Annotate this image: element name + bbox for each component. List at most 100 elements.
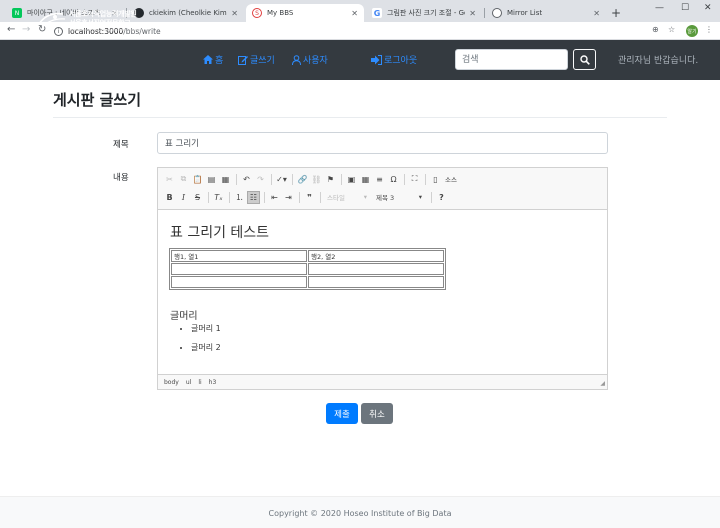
resize-handle-icon[interactable]: ◢	[600, 380, 605, 387]
anchor-icon[interactable]: ⚑	[324, 173, 337, 186]
help-icon[interactable]: ?	[435, 191, 448, 204]
table-cell[interactable]: 행2, 열2	[308, 250, 444, 262]
logout-icon	[371, 54, 382, 65]
back-icon[interactable]: ←	[7, 24, 15, 35]
close-icon[interactable]: ✕	[231, 9, 238, 18]
content-subheading: 글머리	[170, 311, 198, 322]
link-icon[interactable]: 🔗	[296, 173, 309, 186]
profile-avatar[interactable]: 알기	[686, 25, 698, 37]
page-title: 게시판 글쓰기	[53, 91, 142, 109]
close-icon[interactable]: ✕	[593, 9, 600, 18]
paste-word-icon[interactable]: ▦	[219, 173, 232, 186]
editor-toolbar-row-2: B I S Tₓ ⒈ ☷ ⇤ ⇥ ❞ 스타일 ▾ 제목 3 ▾ ?	[163, 190, 449, 204]
naver-icon: N	[12, 8, 22, 18]
editor-content-area[interactable]: 표 그리기 테스트 행1, 열1 행2, 열2 글머리 글머리 1 글머리 2	[158, 209, 607, 375]
content-bullet-list: 글머리 1 글머리 2	[191, 322, 221, 360]
strike-icon[interactable]: S	[191, 191, 204, 204]
minimize-icon[interactable]: —	[655, 3, 664, 13]
unlink-icon[interactable]: ⛓	[310, 173, 323, 186]
maximize-editor-icon[interactable]: ⛶	[408, 173, 421, 186]
blockquote-icon[interactable]: ❞	[303, 191, 316, 204]
nav-write-link[interactable]: 글쓰기	[238, 53, 275, 66]
table-icon[interactable]: ▦	[359, 173, 372, 186]
content-table[interactable]: 행1, 열1 행2, 열2	[169, 248, 446, 290]
forward-icon[interactable]: →	[22, 24, 30, 35]
google-icon: G	[372, 8, 382, 18]
browser-tab[interactable]: ckiekim (Cheolkie Kim) ✕	[128, 4, 244, 22]
element-path-bar: body ul li h3	[164, 379, 223, 386]
numbered-list-icon[interactable]: ⒈	[233, 191, 246, 204]
cancel-button[interactable]: 취소	[361, 403, 393, 424]
maximize-icon[interactable]: ☐	[681, 3, 689, 13]
home-icon	[203, 55, 213, 64]
table-cell[interactable]	[171, 263, 307, 275]
source-label[interactable]: 소스	[445, 174, 457, 184]
bulleted-list-icon[interactable]: ☷	[247, 190, 260, 204]
search-button[interactable]	[573, 49, 596, 70]
close-icon[interactable]: ✕	[469, 9, 476, 18]
browser-tab-active[interactable]: S My BBS ✕	[246, 4, 364, 22]
copy-icon[interactable]: ⧉	[177, 173, 190, 186]
list-item: 글머리 2	[191, 341, 221, 360]
list-item: 글머리 1	[191, 322, 221, 341]
user-icon	[292, 54, 301, 65]
copyright-text: Copyright © 2020 Hoseo Institute of Big …	[268, 509, 452, 518]
bbs-favicon: S	[252, 8, 262, 18]
globe-icon	[492, 8, 502, 18]
outdent-icon[interactable]: ⇤	[268, 191, 281, 204]
chevron-down-icon: ▾	[363, 193, 367, 201]
table-row: 행1, 열1 행2, 열2	[171, 250, 444, 262]
table-cell[interactable]	[308, 263, 444, 275]
paste-icon[interactable]: 📋	[191, 173, 204, 186]
title-input[interactable]	[157, 132, 608, 154]
chevron-down-icon: ▾	[418, 193, 422, 201]
new-tab-button[interactable]: +	[611, 6, 621, 20]
browser-tab[interactable]: G 그림판 사진 크기 조절 - Google ✕	[366, 4, 482, 22]
site-logo[interactable]: 서울호서직업능력개발원 서울호서직업전문학교 SEOUL HOSEO VOCAT…	[37, 7, 141, 33]
title-label: 제목	[113, 140, 129, 150]
spellcheck-icon[interactable]: ✓▾	[275, 173, 288, 186]
browser-tab[interactable]: Mirror List ✕	[486, 4, 606, 22]
app-navbar	[0, 40, 720, 80]
footer: Copyright © 2020 Hoseo Institute of Big …	[0, 496, 720, 528]
bold-icon[interactable]: B	[163, 191, 176, 204]
special-char-icon[interactable]: Ω	[387, 173, 400, 186]
editor-toolbar-row-1: ✂ ⧉ 📋 ▤ ▦ ↶ ↷ ✓▾ 🔗 ⛓ ⚑ ▣ ▦ ≡ Ω ⛶ ▯ 소스	[163, 172, 457, 186]
remove-format-icon[interactable]: Tₓ	[212, 191, 225, 204]
path-item[interactable]: body	[164, 379, 179, 386]
path-item[interactable]: ul	[186, 379, 191, 386]
path-item[interactable]: h3	[209, 379, 217, 386]
content-label: 내용	[113, 173, 129, 183]
menu-icon[interactable]: ⋮	[705, 25, 713, 34]
image-icon[interactable]: ▣	[345, 173, 358, 186]
indent-icon[interactable]: ⇥	[282, 191, 295, 204]
content-heading: 표 그리기 테스트	[170, 225, 270, 241]
source-icon[interactable]: ▯	[429, 173, 442, 186]
nav-logout-link[interactable]: 로그아웃	[371, 53, 417, 66]
divider	[53, 117, 667, 118]
close-window-icon[interactable]: ✕	[704, 3, 712, 13]
table-cell[interactable]	[308, 276, 444, 288]
star-icon[interactable]: ☆	[668, 25, 675, 34]
undo-icon[interactable]: ↶	[240, 173, 253, 186]
nav-home-link[interactable]: 홈	[203, 53, 223, 66]
redo-icon[interactable]: ↷	[254, 173, 267, 186]
table-cell[interactable]: 행1, 열1	[171, 250, 307, 262]
submit-button[interactable]: 제출	[326, 403, 358, 424]
table-row	[171, 263, 444, 275]
logo-mark-icon	[38, 12, 66, 28]
zoom-icon[interactable]: ⊕	[652, 25, 659, 34]
path-item[interactable]: li	[198, 379, 201, 386]
paste-text-icon[interactable]: ▤	[205, 173, 218, 186]
search-input[interactable]	[455, 49, 568, 70]
table-row	[171, 276, 444, 288]
format-dropdown[interactable]: 제목 3 ▾	[373, 191, 425, 203]
cut-icon[interactable]: ✂	[163, 173, 176, 186]
table-cell[interactable]	[171, 276, 307, 288]
horizontal-line-icon[interactable]: ≡	[373, 173, 386, 186]
italic-icon[interactable]: I	[177, 191, 190, 204]
nav-users-link[interactable]: 사용자	[292, 53, 328, 66]
styles-dropdown[interactable]: 스타일 ▾	[324, 191, 370, 203]
close-icon[interactable]: ✕	[351, 9, 358, 18]
search-icon	[579, 54, 590, 65]
